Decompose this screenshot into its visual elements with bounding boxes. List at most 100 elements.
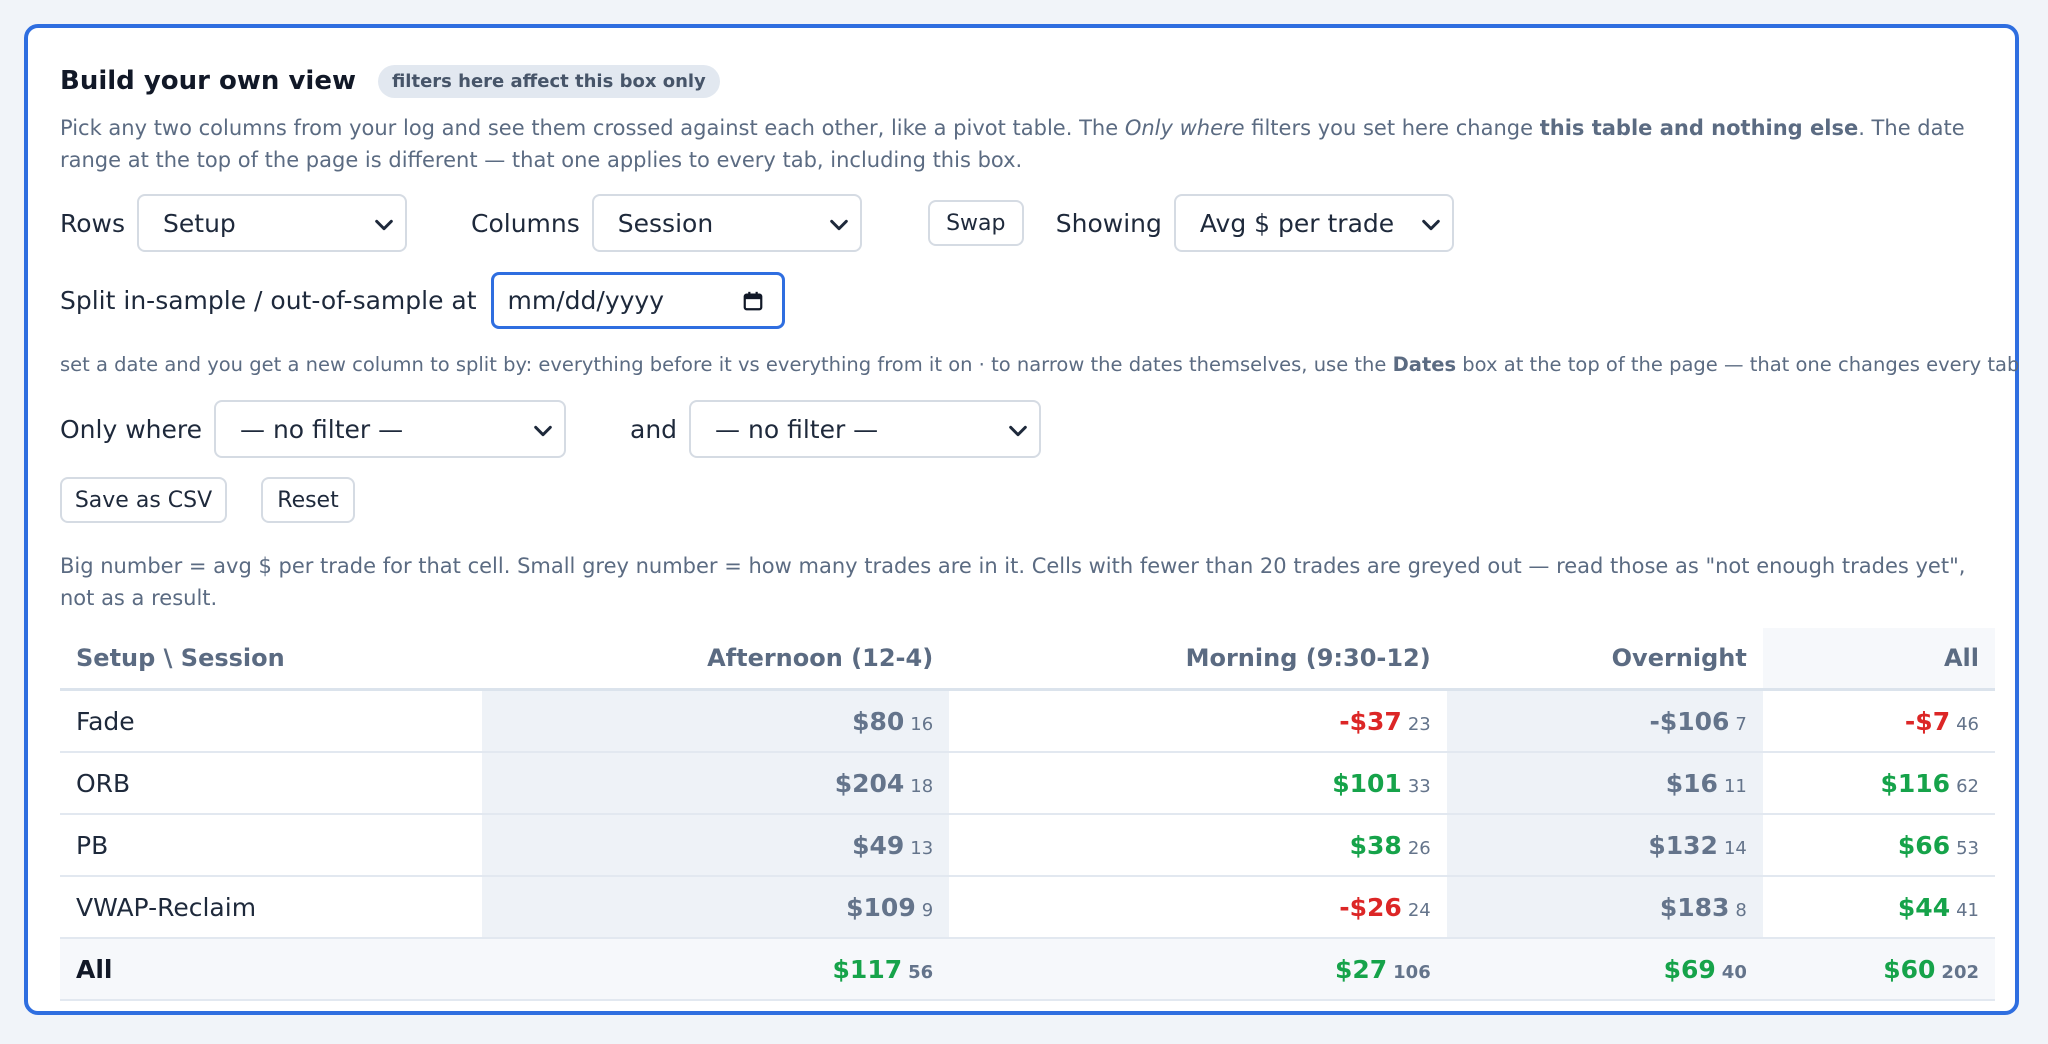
swap-button[interactable]: Swap [927,200,1024,246]
table-header-row: Setup \ Session Afternoon (12-4) Morning… [60,628,1995,691]
cell-count: 18 [910,775,934,797]
filter-1-value: — no filter — [240,414,404,444]
cell-value: $117 [832,954,903,984]
intro-part-1: Pick any two columns from your log and s… [60,116,1125,140]
cell-value: $66 [1897,830,1951,860]
intro-emphasis: Only where [1124,116,1245,140]
cell-value: -$7 [1904,706,1951,736]
metric-select-value: Avg $ per trade [1199,208,1395,238]
cell-count: 7 [1735,713,1747,735]
hint-part-2: box at the top of the page — that one ch… [1456,353,2020,376]
row-label: VWAP-Reclaim [60,876,483,939]
cell-count: 24 [1407,899,1431,921]
cell-count: 23 [1407,713,1431,735]
reset-button[interactable]: Reset [261,477,355,523]
filter-2-select[interactable]: — no filter — [689,400,1042,458]
chevron-down-icon [375,219,393,231]
cell-value: $116 [1880,768,1951,798]
table-row: PB $49 13 $38 26 $132 14 $66 53 [60,814,1995,877]
cell-count: 106 [1393,961,1431,983]
scope-badge: filters here affect this box only [377,64,720,98]
table-cell: $49 13 [482,814,950,877]
chevron-down-icon [1009,425,1027,437]
cell-count: 202 [1941,961,1979,983]
table-row: Fade $80 16 -$37 23 -$106 7 -$7 46 [60,689,1995,753]
only-where-label: Only where [60,414,202,444]
table-cell: -$106 7 [1446,689,1763,753]
pivot-card: Build your own view filters here affect … [24,24,2019,1015]
table-row: ORB $204 18 $101 33 $16 11 $116 62 [60,752,1995,815]
rows-select-value: Setup [163,208,236,238]
calendar-icon[interactable] [742,290,764,312]
axis-controls: Rows Setup Columns Session Swap Showing … [60,192,1995,254]
table-cell: $44 41 [1762,876,1995,939]
total-row: All $117 56 $27 106 $69 40 $60 202 [60,938,1995,1001]
cell-value: $80 [852,706,905,736]
table-cell: $204 18 [482,752,950,815]
cell-value: $27 [1334,954,1388,984]
table-cell: $69 40 [1446,938,1763,1001]
save-csv-button[interactable]: Save as CSV [60,477,227,523]
intro-part-2: filters you set here change [1244,116,1540,140]
column-header: Overnight [1446,628,1763,691]
chevron-down-icon [1422,219,1440,231]
table-row: VWAP-Reclaim $109 9 -$26 24 $183 8 $44 41 [60,876,1995,939]
pivot-table: Setup \ Session Afternoon (12-4) Morning… [60,628,1995,1001]
cell-count: 40 [1721,961,1747,983]
cell-count: 9 [921,899,934,921]
cell-value: -$106 [1649,706,1730,736]
table-cell: -$7 46 [1762,689,1995,753]
metric-select[interactable]: Avg $ per trade [1173,194,1454,252]
cell-count: 53 [1956,837,1979,859]
cell-count: 26 [1407,837,1431,859]
cell-count: 8 [1735,899,1747,921]
cell-value: $204 [834,768,905,798]
cell-value: $132 [1648,830,1718,860]
split-date-placeholder: mm/dd/yyyy [507,285,665,315]
table-cell: $60 202 [1762,938,1995,1001]
cell-count: 46 [1956,713,1979,735]
table-cell: $66 53 [1762,814,1995,877]
columns-label: Columns [471,208,580,238]
pivot-card-body: Build your own view filters here affect … [60,62,2019,1001]
row-label: ORB [60,752,483,815]
columns-select[interactable]: Session [591,194,862,252]
hint-strong: Dates [1392,353,1457,376]
split-hint: set a date and you get a new column to s… [60,352,2019,378]
cell-value: $109 [846,892,916,922]
cell-value: $183 [1659,892,1730,922]
table-cell: -$26 24 [949,876,1447,939]
hint-part-1: set a date and you get a new column to s… [60,353,1393,376]
table-cell: $109 9 [482,876,950,939]
filter-2-value: — no filter — [715,414,879,444]
rows-select[interactable]: Setup [137,194,408,252]
intro-text: Pick any two columns from your log and s… [60,112,1995,176]
cell-value: $44 [1897,892,1951,922]
and-label: and [630,414,678,444]
chevron-down-icon [534,425,552,437]
action-buttons: Save as CSV Reset [60,476,1995,524]
table-cell: $116 62 [1762,752,1995,815]
cell-value: $60 [1883,954,1936,984]
cell-count: 33 [1407,775,1431,797]
cell-value: $38 [1349,830,1402,860]
table-cell: $80 16 [482,689,950,753]
columns-select-value: Session [617,208,714,238]
split-date-label: Split in-sample / out-of-sample at [60,285,477,315]
split-date-input[interactable]: mm/dd/yyyy [490,271,785,329]
cell-value: -$37 [1339,706,1402,736]
filter-1-select[interactable]: — no filter — [214,400,566,458]
table-cell: $183 8 [1446,876,1763,939]
cell-count: 62 [1956,775,1979,797]
cell-value: $49 [852,830,905,860]
filter-row: Only where — no filter — and — no filter… [60,400,1995,458]
chevron-down-icon [829,219,848,231]
cell-count: 11 [1723,775,1747,797]
cell-count: 13 [910,837,934,859]
row-label: PB [60,814,483,877]
cell-count: 16 [910,713,934,735]
table-cell: $27 106 [949,938,1447,1001]
cell-value: $69 [1663,954,1716,984]
table-cell: $101 33 [949,752,1447,815]
table-cell: $132 14 [1446,814,1763,877]
